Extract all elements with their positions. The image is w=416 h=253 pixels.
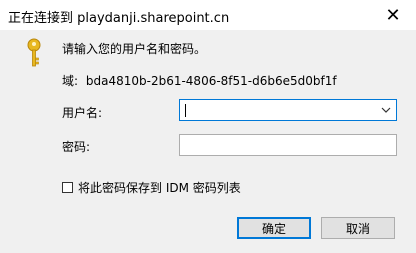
- close-icon: ✕: [385, 4, 401, 26]
- password-label: 密码:: [62, 140, 91, 154]
- domain-value: bda4810b-2b61-4806-8f51-d6b6e5d0bf1f: [85, 74, 337, 88]
- password-field[interactable]: [179, 134, 397, 156]
- ok-button-label: 确定: [261, 221, 286, 236]
- close-button[interactable]: ✕: [370, 0, 416, 30]
- cancel-button-label: 取消: [345, 221, 370, 236]
- username-combobox[interactable]: [179, 99, 397, 121]
- text-caret: [185, 104, 186, 117]
- key-icon: [27, 38, 41, 67]
- dialog-body: 请输入您的用户名和密码。 域: bda4810b-2b61-4806-8f51-…: [0, 30, 416, 253]
- window-title: 正在连接到 playdanji.sharepoint.cn: [8, 11, 230, 26]
- ok-button[interactable]: 确定: [237, 217, 311, 239]
- username-label: 用户名:: [62, 106, 103, 120]
- title-bar: 正在连接到 playdanji.sharepoint.cn ✕: [0, 0, 416, 30]
- save-password-checkbox[interactable]: [62, 182, 73, 193]
- save-password-option[interactable]: 将此密码保存到 IDM 密码列表: [62, 179, 241, 196]
- chevron-down-icon[interactable]: [381, 106, 391, 114]
- domain-label: 域:: [62, 74, 79, 88]
- save-password-label: 将此密码保存到 IDM 密码列表: [78, 181, 241, 195]
- cancel-button[interactable]: 取消: [321, 217, 395, 239]
- domain-row: 域: bda4810b-2b61-4806-8f51-d6b6e5d0bf1f: [62, 72, 337, 89]
- prompt-text: 请输入您的用户名和密码。: [62, 42, 207, 56]
